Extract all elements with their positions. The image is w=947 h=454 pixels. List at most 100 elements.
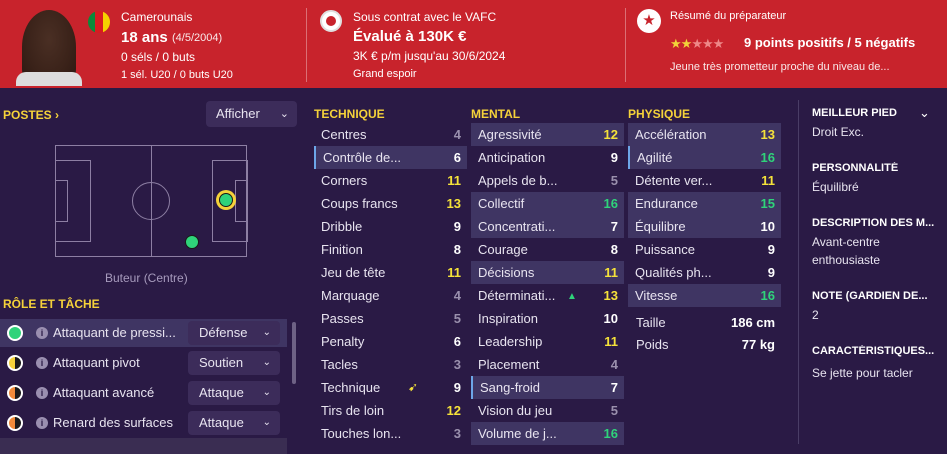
duty-select[interactable]: Soutien ⌄ [188, 351, 280, 375]
attribute-name: Vitesse [635, 288, 678, 303]
attribute-row[interactable]: Agressivité 12 [471, 123, 624, 146]
attribute-value: 4 [610, 357, 618, 372]
positions-title[interactable]: POSTES › [3, 108, 59, 122]
attribute-row[interactable]: Coups francs 13 [314, 192, 467, 215]
attribute-row[interactable]: Penalty 6 [314, 330, 467, 353]
gk-rating-title: NOTE (GARDIEN DE... [812, 290, 928, 302]
attribute-row[interactable]: Corners 11 [314, 169, 467, 192]
attribute-row[interactable]: Anticipation 9 [471, 146, 624, 169]
roles-title: RÔLE ET TÂCHE [3, 297, 100, 311]
height-label: Taille [636, 315, 666, 330]
role-row[interactable]: i Attaquant de pressi... Défense ⌄ [0, 319, 287, 347]
player-value: Évalué à 130K € [353, 28, 467, 45]
attribute-row[interactable]: Leadership 11 [471, 330, 624, 353]
show-positions-button[interactable]: Afficher ⌄ [206, 101, 297, 127]
attribute-row[interactable]: Détente ver... 11 [628, 169, 781, 192]
attribute-row[interactable]: Vitesse 16 [628, 284, 781, 307]
attribute-name: Marquage [321, 288, 380, 303]
attribute-value: 9 [767, 242, 775, 257]
attribute-row[interactable]: Sang-froid 7 [471, 376, 624, 399]
attribute-value: 11 [447, 173, 461, 188]
attribute-row[interactable]: Équilibre 10 [628, 215, 781, 238]
traits-title: CARACTÉRISTIQUES... [812, 345, 935, 357]
coach-report-text[interactable]: Jeune très prometteur proche du niveau d… [670, 61, 890, 73]
attribute-row[interactable]: Marquage 4 [314, 284, 467, 307]
attribute-row[interactable]: Courage 8 [471, 238, 624, 261]
attribute-value: 11 [761, 173, 775, 188]
info-icon[interactable]: i [36, 327, 48, 339]
natural-position-marker[interactable] [216, 190, 236, 210]
attribute-row[interactable]: Vision du jeu 5 [471, 399, 624, 422]
attribute-value: 4 [453, 288, 461, 303]
attribute-row[interactable]: Appels de b... 5 [471, 169, 624, 192]
info-icon[interactable]: i [36, 417, 48, 429]
attribute-name: Technique [321, 380, 381, 395]
attribute-value: 10 [760, 219, 775, 234]
attribute-row[interactable]: Touches lon... 3 [314, 422, 467, 445]
attribute-row[interactable]: Accélération 13 [628, 123, 781, 146]
attribute-name: Anticipation [478, 150, 546, 165]
secondary-position-marker[interactable] [185, 235, 199, 249]
role-name: Attaquant de pressi... [53, 325, 176, 340]
info-icon[interactable]: i [36, 387, 48, 399]
attribute-row[interactable]: Tacles 3 [314, 353, 467, 376]
chevron-down-icon[interactable]: ⌄ [919, 105, 930, 121]
coach-report-title[interactable]: Résumé du préparateur [670, 10, 786, 22]
attribute-name: Sang-froid [480, 380, 540, 395]
duty-select[interactable]: Défense ⌄ [188, 321, 280, 345]
attribute-name: Centres [321, 127, 367, 142]
attribute-value: 16 [760, 150, 775, 165]
attribute-row[interactable]: Collectif 16 [471, 192, 624, 215]
attribute-name: Touches lon... [321, 426, 402, 441]
info-icon[interactable]: i [36, 357, 48, 369]
attribute-row[interactable]: Dribble 9 [314, 215, 467, 238]
attribute-row[interactable]: Agilité 16 [628, 146, 781, 169]
attribute-name: Coups francs [321, 196, 398, 211]
weight-value: 77 kg [741, 337, 775, 352]
roles-scrollbar[interactable] [292, 322, 296, 384]
chevron-down-icon: ⌄ [262, 417, 271, 428]
attribute-row[interactable]: Passes 5 [314, 307, 467, 330]
position-label: Buteur (Centre) [105, 271, 188, 285]
role-name: Attaquant pivot [53, 355, 140, 370]
attribute-name: Passes [321, 311, 364, 326]
attribute-row[interactable]: Finition 8 [314, 238, 467, 261]
attribute-name: Collectif [478, 196, 525, 211]
attribute-row[interactable]: Jeu de tête 11 [314, 261, 467, 284]
attribute-row[interactable]: Contrôle de... 6 [314, 146, 467, 169]
attribute-row[interactable]: Tirs de loin 12 [314, 399, 467, 422]
attribute-value: 11 [447, 265, 461, 280]
attribute-value: 9 [453, 380, 461, 395]
attribute-row[interactable]: Déterminati... 13 [471, 284, 624, 307]
attribute-name: Penalty [321, 334, 365, 349]
attribute-row[interactable]: Qualités ph... 9 [628, 261, 781, 284]
attribute-row[interactable]: Décisions 11 [471, 261, 624, 284]
club-badge-icon[interactable] [320, 10, 342, 32]
height-value: 186 cm [731, 315, 776, 330]
attribute-row[interactable]: Puissance 9 [628, 238, 781, 261]
attribute-value: 7 [610, 219, 618, 234]
attribute-row[interactable]: Volume de j... 16 [471, 422, 624, 445]
role-row[interactable]: i Attaquant pivot Soutien ⌄ [0, 349, 287, 377]
attribute-name: Corners [321, 173, 368, 188]
attribute-row[interactable]: Technique 9 [314, 376, 467, 399]
sidebar-divider [798, 100, 799, 444]
contract-club[interactable]: Sous contrat avec le VAFC [353, 10, 496, 24]
attribute-row[interactable]: Placement 4 [471, 353, 624, 376]
attribute-name: Tirs de loin [321, 403, 385, 418]
duty-select[interactable]: Attaque ⌄ [188, 381, 280, 405]
traits-value[interactable]: Se jette pour tacler [812, 366, 913, 380]
attribute-name: Agressivité [478, 127, 542, 142]
role-row[interactable]: i Attaquant avancé Attaque ⌄ [0, 379, 287, 407]
attribute-row[interactable]: Centres 4 [314, 123, 467, 146]
role-row[interactable]: i Renard des surfaces Attaque ⌄ [0, 409, 287, 437]
attribute-name: Agilité [637, 150, 673, 165]
attribute-trend-icon: ➹ [408, 380, 419, 394]
media-description-line1: Avant-centre [812, 235, 880, 249]
duty-select[interactable]: Attaque ⌄ [188, 411, 280, 435]
attribute-row[interactable]: Concentrati... 7 [471, 215, 624, 238]
attribute-row[interactable]: Inspiration 10 [471, 307, 624, 330]
player-caps: 0 séls / 0 buts [121, 50, 196, 64]
gk-rating-value: 2 [812, 308, 819, 322]
attribute-row[interactable]: Endurance 15 [628, 192, 781, 215]
